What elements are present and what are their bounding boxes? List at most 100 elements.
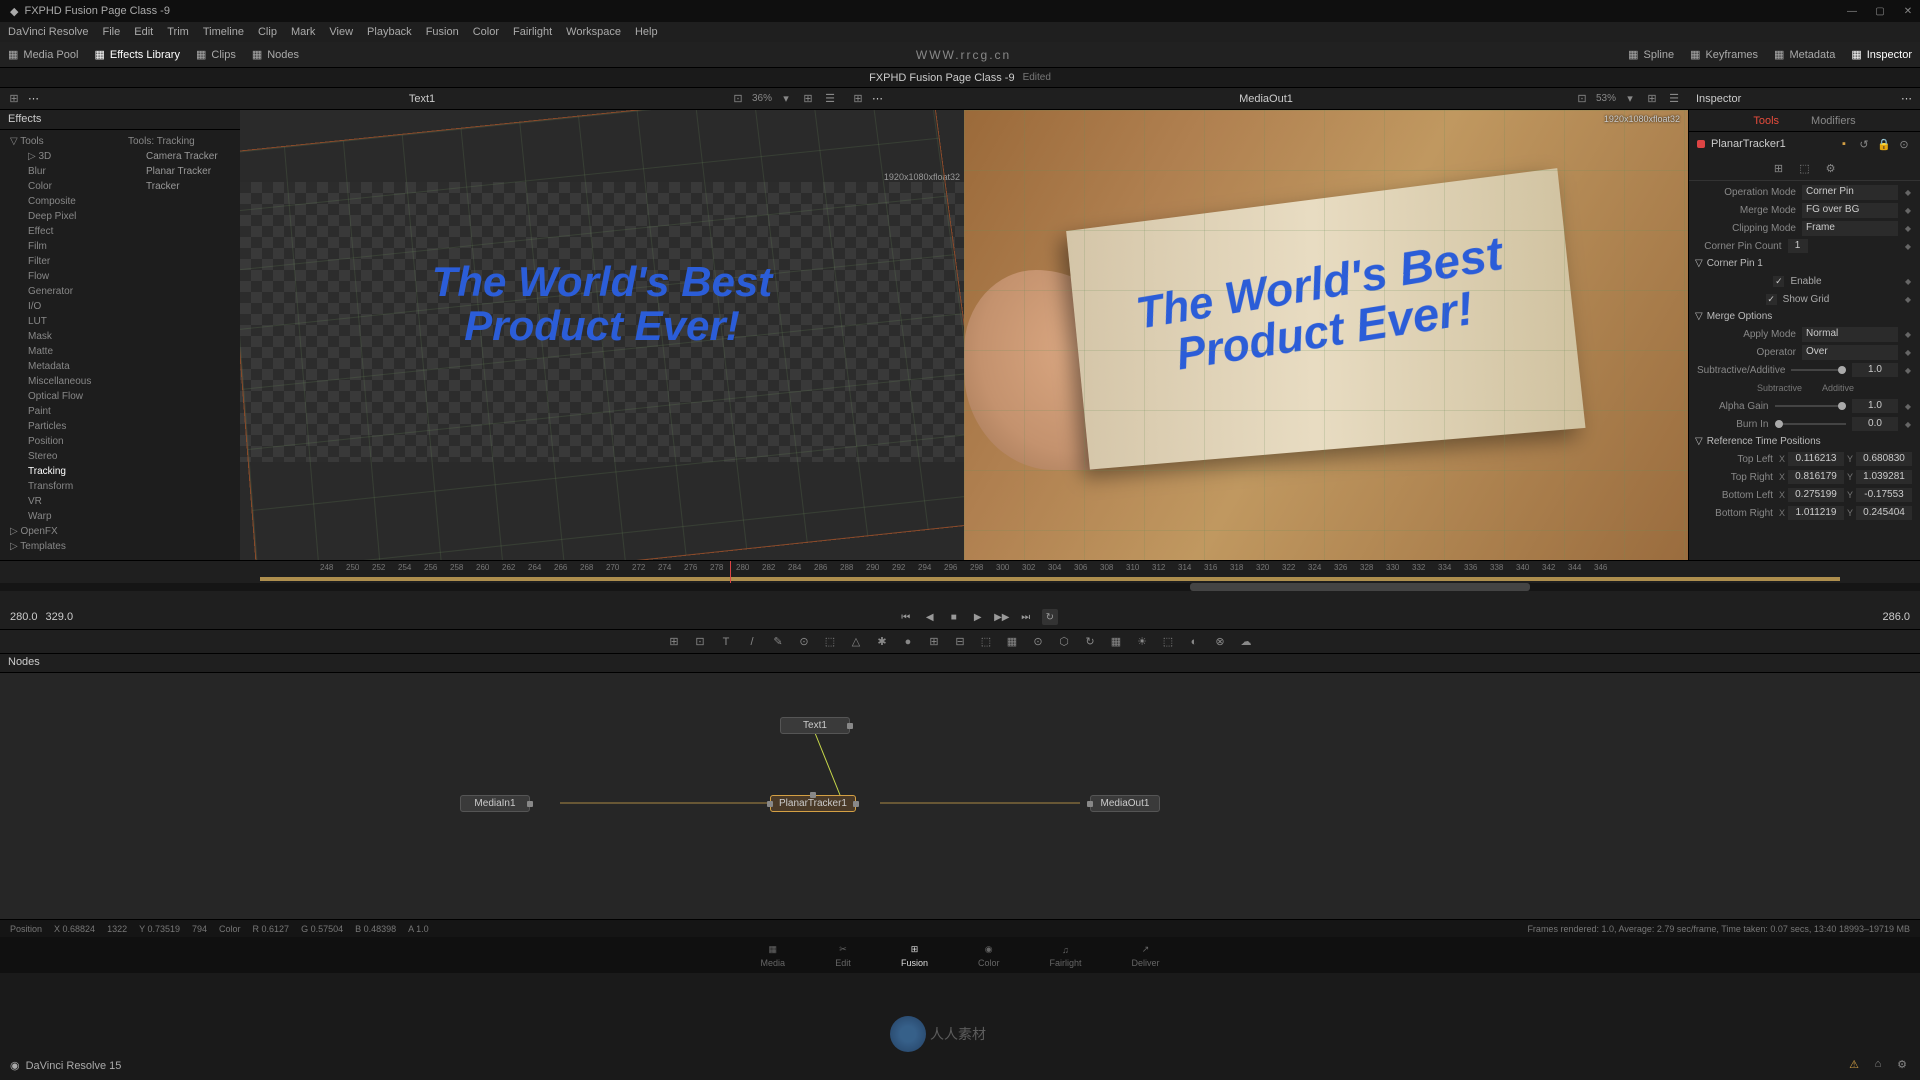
next-frame-button[interactable]: ▶▶ [994, 609, 1010, 625]
media-pool-button[interactable]: ▦Media Pool [8, 48, 78, 61]
tree-item-filter[interactable]: Filter [0, 254, 120, 269]
keyframe-icon[interactable]: ◆ [1904, 330, 1912, 338]
inspector-node-color-icon[interactable] [1697, 140, 1705, 148]
tool-icon-22[interactable]: ☁ [1238, 634, 1254, 650]
tree-item-vr[interactable]: VR [0, 494, 120, 509]
node-text1[interactable]: Text1 [780, 717, 850, 734]
keyframe-icon[interactable]: ◆ [1904, 402, 1912, 410]
tool-icon-3[interactable]: / [744, 634, 760, 650]
node-graph[interactable]: Text1 MediaIn1 PlanarTracker1 MediaOut1 [0, 673, 1920, 919]
keyframe-icon[interactable]: ◆ [1904, 348, 1912, 356]
inspector-tab-tools[interactable]: Tools [1747, 113, 1785, 129]
tool-icon-21[interactable]: ⊗ [1212, 634, 1228, 650]
tool-icon-15[interactable]: ⬡ [1056, 634, 1072, 650]
bottomleft-y[interactable]: -0.17553 [1856, 488, 1912, 502]
corner-pin-count-value[interactable]: 1 [1788, 239, 1808, 253]
burnin-value[interactable]: 0.0 [1852, 417, 1898, 431]
tool-icon-9[interactable]: ● [900, 634, 916, 650]
viewer2-opt2-icon[interactable]: ⊞ [1644, 91, 1660, 107]
tool-icon-18[interactable]: ☀ [1134, 634, 1150, 650]
inspector-tab2-icon[interactable]: ⬚ [1797, 160, 1813, 176]
clips-button[interactable]: ▦Clips [196, 48, 236, 61]
prev-frame-button[interactable]: ◀ [922, 609, 938, 625]
clipping-mode-select[interactable]: Frame [1802, 221, 1898, 236]
play-button[interactable]: ▶ [970, 609, 986, 625]
tree-item-i-o[interactable]: I/O [0, 299, 120, 314]
settings-icon[interactable]: ⚙ [1894, 1056, 1910, 1072]
tool-icon-6[interactable]: ⬚ [822, 634, 838, 650]
menu-clip[interactable]: Clip [258, 26, 277, 38]
home-icon[interactable]: ⌂ [1870, 1056, 1886, 1072]
inspector-tab1-icon[interactable]: ⊞ [1771, 160, 1787, 176]
topleft-y[interactable]: 0.680830 [1856, 452, 1912, 466]
tool-icon-0[interactable]: ⊞ [666, 634, 682, 650]
tool-icon-17[interactable]: ▦ [1108, 634, 1124, 650]
node-mediaout1[interactable]: MediaOut1 [1090, 795, 1160, 812]
tool-icon-19[interactable]: ⬚ [1160, 634, 1176, 650]
viewer1-fit-icon[interactable]: ⊡ [730, 91, 746, 107]
tree-item-position[interactable]: Position [0, 434, 120, 449]
keyframe-icon[interactable]: ◆ [1904, 242, 1912, 250]
viewer1-sub-icon[interactable]: ⊞ [6, 91, 22, 107]
effects-library-button[interactable]: ▦Effects Library [94, 48, 180, 61]
range-end[interactable]: 329.0 [46, 611, 74, 623]
menu-fusion[interactable]: Fusion [426, 26, 459, 38]
inspector-button[interactable]: ▦Inspector [1851, 48, 1912, 61]
tree-item-lut[interactable]: LUT [0, 314, 120, 329]
current-frame[interactable]: 286.0 [1882, 611, 1910, 623]
page-tab-edit[interactable]: ✂Edit [835, 943, 851, 968]
tree-item-3d[interactable]: ▷ 3D [0, 149, 120, 164]
effect-item-planar-tracker[interactable]: Planar Tracker [124, 164, 236, 179]
tool-icon-16[interactable]: ↻ [1082, 634, 1098, 650]
bottomright-x[interactable]: 1.011219 [1788, 506, 1844, 520]
node-mediain1[interactable]: MediaIn1 [460, 795, 530, 812]
operator-select[interactable]: Over [1802, 345, 1898, 360]
tree-item-tools[interactable]: ▽ Tools [0, 134, 120, 149]
warning-icon[interactable]: ⚠ [1846, 1056, 1862, 1072]
effect-item-tracker[interactable]: Tracker [124, 179, 236, 194]
menu-workspace[interactable]: Workspace [566, 26, 621, 38]
menu-file[interactable]: File [103, 26, 121, 38]
tree-item-color[interactable]: Color [0, 179, 120, 194]
collapse-icon[interactable]: ▽ [1695, 436, 1703, 447]
tree-item-particles[interactable]: Particles [0, 419, 120, 434]
tool-icon-14[interactable]: ⊙ [1030, 634, 1046, 650]
viewer2-menu-icon[interactable]: ⋯ [872, 92, 883, 105]
inspector-version-icon[interactable]: ↺ [1856, 136, 1872, 152]
enable-checkbox[interactable]: ✓ [1773, 276, 1784, 287]
inspector-pin-icon[interactable]: ▪ [1836, 136, 1852, 152]
inspector-reset-icon[interactable]: ⊙ [1896, 136, 1912, 152]
tree-item-openfx[interactable]: ▷ OpenFX [0, 524, 120, 539]
tree-item-tracking[interactable]: Tracking [0, 464, 120, 479]
menu-help[interactable]: Help [635, 26, 658, 38]
tree-item-flow[interactable]: Flow [0, 269, 120, 284]
collapse-icon[interactable]: ▽ [1695, 311, 1703, 322]
tool-icon-8[interactable]: ✱ [874, 634, 890, 650]
minimize-button[interactable]: — [1844, 4, 1860, 18]
menu-edit[interactable]: Edit [134, 26, 153, 38]
topright-y[interactable]: 1.039281 [1856, 470, 1912, 484]
operation-mode-select[interactable]: Corner Pin [1802, 185, 1898, 200]
tool-icon-10[interactable]: ⊞ [926, 634, 942, 650]
subadd-slider[interactable] [1791, 369, 1846, 371]
tool-icon-11[interactable]: ⊟ [952, 634, 968, 650]
inspector-tab-modifiers[interactable]: Modifiers [1805, 113, 1862, 129]
tree-item-matte[interactable]: Matte [0, 344, 120, 359]
stop-button[interactable]: ■ [946, 609, 962, 625]
page-tab-fusion[interactable]: ⊞Fusion [901, 943, 928, 968]
alphagain-value[interactable]: 1.0 [1852, 399, 1898, 413]
menu-fairlight[interactable]: Fairlight [513, 26, 552, 38]
keyframe-icon[interactable]: ◆ [1904, 366, 1912, 374]
tree-item-miscellaneous[interactable]: Miscellaneous [0, 374, 120, 389]
keyframe-icon[interactable]: ◆ [1904, 295, 1912, 303]
viewer1-menu-icon[interactable]: ⋯ [28, 92, 39, 105]
menu-mark[interactable]: Mark [291, 26, 315, 38]
viewer2-sub-icon[interactable]: ⊞ [850, 91, 866, 107]
spline-button[interactable]: ▦Spline [1628, 48, 1674, 61]
bottomright-y[interactable]: 0.245404 [1856, 506, 1912, 520]
topleft-x[interactable]: 0.116213 [1788, 452, 1844, 466]
close-button[interactable]: ✕ [1900, 4, 1916, 18]
viewer1-zoom[interactable]: 36% [752, 93, 772, 104]
keyframe-icon[interactable]: ◆ [1904, 188, 1912, 196]
tool-icon-20[interactable]: ◐ [1186, 634, 1202, 650]
